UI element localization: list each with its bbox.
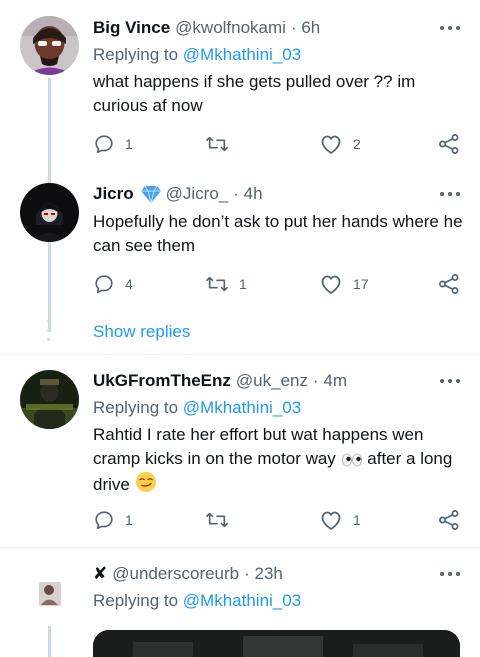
smirk-emoji-icon xyxy=(135,472,156,492)
reply-count: 1 xyxy=(125,136,133,152)
more-options-icon[interactable] xyxy=(440,562,460,586)
display-name[interactable]: Jicro xyxy=(93,182,134,206)
tweet-text: Hopefully he don’t ask to put her hands … xyxy=(93,212,463,255)
replying-to: Replying to @Mkhathini_03 xyxy=(93,396,301,420)
like-count: 17 xyxy=(353,276,369,292)
like-button[interactable]: 17 xyxy=(319,272,369,296)
replying-to: Replying to @Mkhathini_03 xyxy=(93,43,301,67)
video-thumbnail-image xyxy=(93,630,460,657)
tweet-jicro[interactable]: Jicro @Jicro_ · 4h Hopefully he don’t as… xyxy=(0,180,480,332)
heart-icon xyxy=(321,275,341,294)
big-vince-avatar-image xyxy=(20,16,79,75)
underscoreurb-avatar-image xyxy=(20,563,79,622)
retweet-button[interactable]: 1 xyxy=(205,272,247,296)
display-name[interactable]: ✘ xyxy=(93,562,107,586)
retweet-icon xyxy=(206,136,228,152)
ukgfromtheenz-avatar-image xyxy=(20,370,79,429)
tweet-ukgfromtheenz[interactable]: UkGFromTheEnz @uk_enz · 4m Replying to @… xyxy=(0,355,480,547)
thread-line xyxy=(48,78,51,188)
mention-link[interactable]: @Mkhathini_03 xyxy=(183,398,301,417)
like-button[interactable]: 2 xyxy=(319,132,361,156)
avatar[interactable] xyxy=(20,183,79,242)
avatar[interactable] xyxy=(20,563,79,622)
replying-to: Replying to @Mkhathini_03 xyxy=(93,589,301,613)
avatar[interactable] xyxy=(20,370,79,429)
mention-link[interactable]: @Mkhathini_03 xyxy=(183,45,301,64)
replying-to-label: Replying to xyxy=(93,45,183,64)
tweet-actions: 1 1 xyxy=(93,508,460,532)
jicro-avatar-image xyxy=(20,183,79,242)
tweet-header: UkGFromTheEnz @uk_enz · 4m xyxy=(93,369,462,393)
replying-to-label: Replying to xyxy=(93,398,183,417)
more-options-icon[interactable] xyxy=(440,369,460,393)
timestamp[interactable]: · 4m xyxy=(313,369,347,393)
retweet-count: 1 xyxy=(239,276,247,292)
display-name[interactable]: UkGFromTheEnz xyxy=(93,369,231,393)
user-handle[interactable]: @kwolfnokami xyxy=(175,16,286,40)
tweet-underscoreurb[interactable]: ✘ @underscoreurb · 23h Replying to @Mkha… xyxy=(0,548,480,657)
share-button[interactable] xyxy=(438,132,460,156)
user-handle[interactable]: @uk_enz xyxy=(236,369,308,393)
display-name[interactable]: Big Vince xyxy=(93,16,170,40)
share-icon xyxy=(439,134,459,154)
thread-line xyxy=(48,242,51,332)
tweet-text: Rahtid I rate her effort but wat happens… xyxy=(93,423,463,497)
like-count: 2 xyxy=(353,136,361,152)
like-count: 1 xyxy=(353,512,361,528)
tweet-actions: 1 2 xyxy=(93,132,460,156)
reply-button[interactable]: 1 xyxy=(93,508,133,532)
more-options-icon[interactable] xyxy=(440,182,460,206)
user-handle[interactable]: @Jicro_ xyxy=(166,182,229,206)
media-preview[interactable] xyxy=(93,630,460,657)
mention-link[interactable]: @Mkhathini_03 xyxy=(183,591,301,610)
more-options-icon[interactable] xyxy=(440,16,460,40)
reply-count: 4 xyxy=(125,276,133,292)
tweet-header: Big Vince @kwolfnokami · 6h xyxy=(93,16,462,40)
replying-to-label: Replying to xyxy=(93,591,183,610)
tweet-actions: 4 1 17 xyxy=(93,272,460,296)
avatar[interactable] xyxy=(20,16,79,75)
eyes-emoji-icon xyxy=(341,453,362,467)
timestamp[interactable]: · 4h xyxy=(233,182,262,206)
reply-count: 1 xyxy=(125,512,133,528)
heart-icon xyxy=(321,511,341,530)
reply-icon xyxy=(95,275,113,294)
tweet-text: what happens if she gets pulled over ?? … xyxy=(93,72,416,115)
timestamp[interactable]: · 6h xyxy=(291,16,320,40)
user-handle[interactable]: @underscoreurb xyxy=(112,562,239,586)
share-icon xyxy=(439,274,459,294)
thread-line xyxy=(48,626,51,657)
blue-diamond-icon xyxy=(140,185,161,204)
tweet-big-vince[interactable]: Big Vince @kwolfnokami · 6h Replying to … xyxy=(0,0,480,188)
reply-icon xyxy=(95,511,113,530)
timestamp[interactable]: · 23h xyxy=(244,562,283,586)
retweet-icon xyxy=(206,276,228,292)
tweet-header: Jicro @Jicro_ · 4h xyxy=(93,182,462,206)
heart-icon xyxy=(321,135,341,154)
tweet-header: ✘ @underscoreurb · 23h xyxy=(93,562,462,586)
like-button[interactable]: 1 xyxy=(319,508,361,532)
share-button[interactable] xyxy=(438,508,460,532)
show-replies-link[interactable]: Show replies xyxy=(93,320,190,344)
reply-icon xyxy=(95,135,113,154)
retweet-button[interactable] xyxy=(205,508,239,532)
share-icon xyxy=(439,510,459,530)
reply-button[interactable]: 4 xyxy=(93,272,133,296)
retweet-button[interactable] xyxy=(205,132,239,156)
collapsed-thread-dots xyxy=(47,320,51,347)
retweet-icon xyxy=(206,512,228,528)
share-button[interactable] xyxy=(438,272,460,296)
reply-button[interactable]: 1 xyxy=(93,132,133,156)
